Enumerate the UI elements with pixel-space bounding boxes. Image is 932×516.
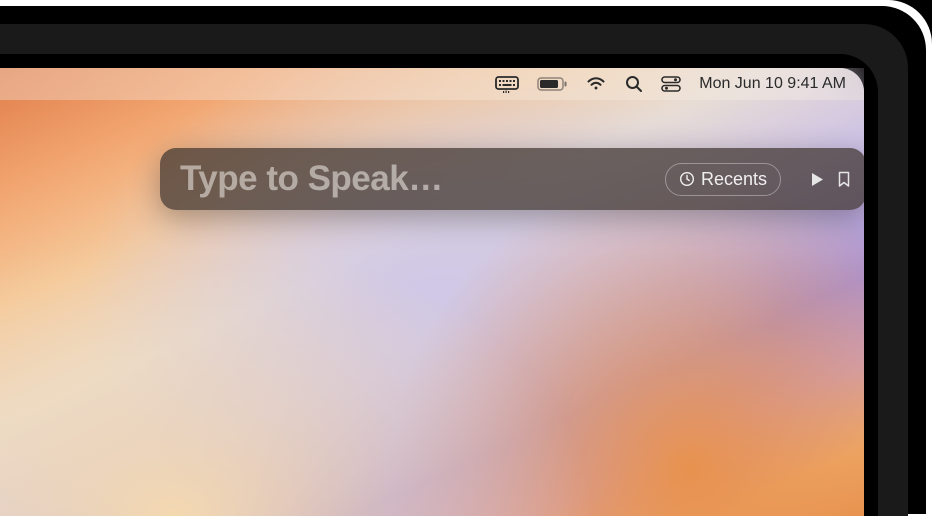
desktop-wallpaper <box>0 68 864 516</box>
wifi-icon[interactable] <box>585 76 607 92</box>
speak-input[interactable]: Type to Speak… <box>180 159 653 199</box>
screen: Mon Jun 10 9:41 AM Type to Speak… <box>0 68 864 516</box>
screen-bezel: Mon Jun 10 9:41 AM Type to Speak… <box>0 54 878 516</box>
panel-actions <box>811 171 850 188</box>
keyboard-input-icon[interactable] <box>495 76 519 93</box>
device-frame: Mon Jun 10 9:41 AM Type to Speak… <box>0 0 932 516</box>
bookmark-button[interactable] <box>838 171 850 188</box>
battery-icon[interactable] <box>537 77 567 91</box>
menubar: Mon Jun 10 9:41 AM <box>0 68 864 100</box>
device-shell: Mon Jun 10 9:41 AM Type to Speak… <box>0 24 908 516</box>
type-to-speak-panel: Type to Speak… Recents <box>160 148 864 210</box>
spotlight-search-icon[interactable] <box>625 75 643 93</box>
control-center-icon[interactable] <box>661 76 681 92</box>
play-button[interactable] <box>811 172 824 187</box>
menubar-datetime[interactable]: Mon Jun 10 9:41 AM <box>699 75 846 93</box>
recents-label: Recents <box>701 169 767 190</box>
recents-button[interactable]: Recents <box>665 163 781 196</box>
clock-icon <box>679 171 695 187</box>
